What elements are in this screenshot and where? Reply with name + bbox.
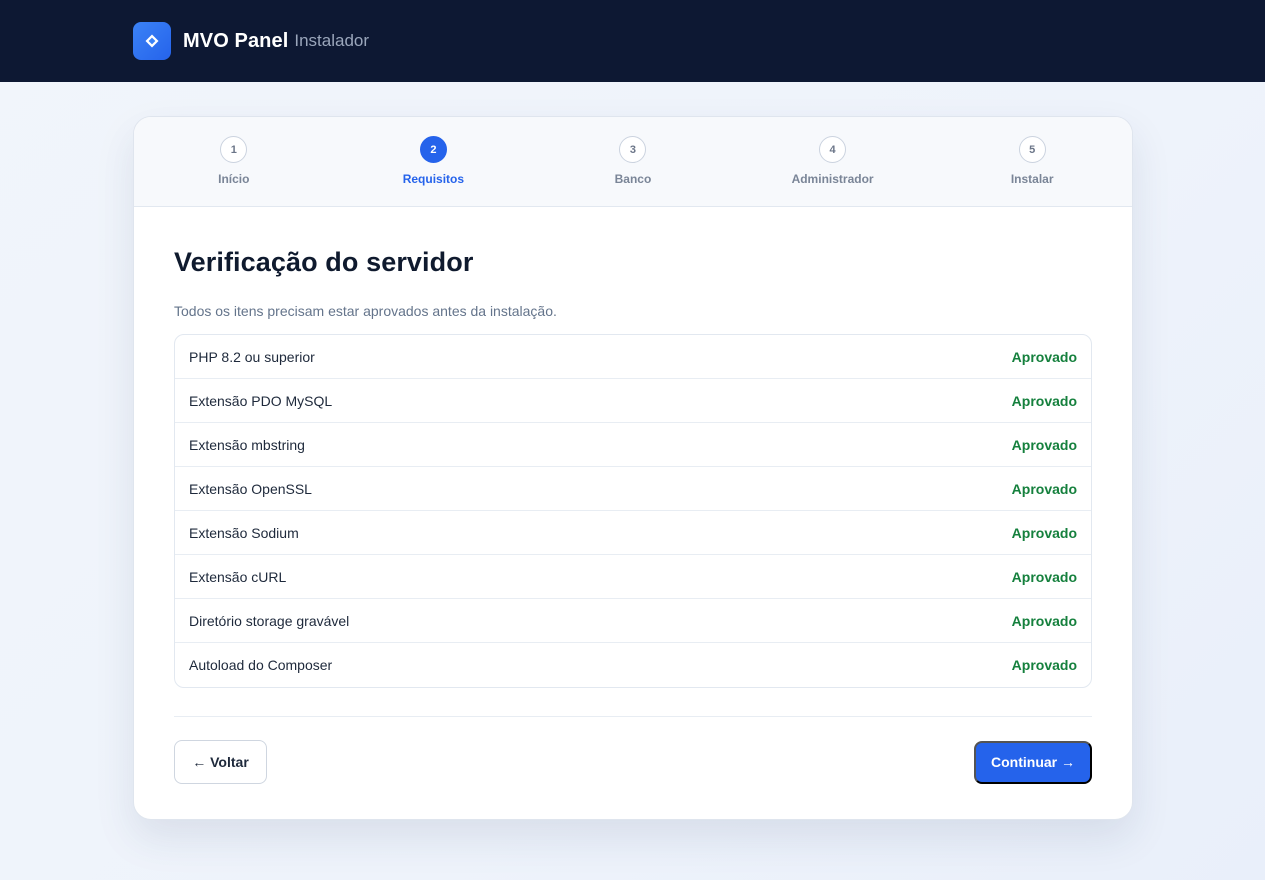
page-title: Verificação do servidor [174,247,474,277]
step-administrador: 4 Administrador [753,136,913,186]
list-item: Extensão cURL Aprovado [175,555,1091,599]
requirement-name: Extensão mbstring [189,436,305,453]
list-item: Extensão Sodium Aprovado [175,511,1091,555]
requirement-name: PHP 8.2 ou superior [189,348,315,365]
brand-subtitle: Instalador [294,31,370,50]
status-badge: Aprovado [1011,524,1077,541]
status-badge: Aprovado [1011,657,1077,673]
requirement-name: Extensão Sodium [189,524,299,541]
step-number: 5 [1018,136,1046,163]
status-badge: Aprovado [1011,568,1077,585]
status-badge: Aprovado [1011,392,1077,409]
list-item: Extensão PDO MySQL Aprovado [175,379,1091,423]
continue-button[interactable]: Continuar → [974,740,1092,784]
top-bar: MVO Panel Instalador [0,0,1265,82]
back-button[interactable]: ← Voltar [174,740,267,784]
step-instalar: 5 Instalar [952,136,1112,186]
brand-name: MVO Panel [183,29,289,52]
status-badge: Aprovado [1011,348,1077,365]
list-item: Autoload do Composer Aprovado [175,643,1091,687]
step-label: Administrador [791,172,874,186]
requirement-name: Extensão cURL [189,568,287,585]
step-inicio: 1 Início [154,136,314,186]
step-requisitos: 2 Requisitos [353,136,513,186]
diamond-icon [145,34,159,48]
list-item: PHP 8.2 ou superior Aprovado [175,335,1091,379]
status-badge: Aprovado [1011,480,1077,497]
requirements-list: PHP 8.2 ou superior Aprovado Extensão PD… [174,334,1092,688]
step-number: 4 [819,136,847,163]
step-number: 3 [619,136,647,163]
list-item: Extensão mbstring Aprovado [175,423,1091,467]
stepper: 1 Início 2 Requisitos 3 Banco 4 Administ… [134,117,1132,207]
step-number: 1 [220,136,248,163]
main-content: Verificação do servidor Todos os itens p… [134,207,1132,784]
step-label: Instalar [1010,172,1054,186]
divider [174,716,1092,717]
installer-card: 1 Início 2 Requisitos 3 Banco 4 Administ… [133,116,1133,820]
list-item: Extensão OpenSSL Aprovado [175,467,1091,511]
step-number: 2 [419,136,447,163]
requirement-name: Extensão OpenSSL [189,480,312,497]
requirement-name: Diretório storage gravável [189,612,350,629]
status-badge: Aprovado [1011,436,1077,453]
list-item: Diretório storage gravável Aprovado [175,599,1091,643]
step-label: Início [218,172,250,186]
action-bar: ← Voltar Continuar → [174,740,1092,784]
page-subtitle: Todos os itens precisam estar aprovados … [174,303,557,319]
step-banco: 3 Banco [553,136,713,186]
requirement-name: Extensão PDO MySQL [189,392,333,409]
logo [133,22,171,60]
step-label: Banco [614,172,652,186]
step-label: Requisitos [402,172,465,186]
status-badge: Aprovado [1011,612,1077,629]
requirement-name: Autoload do Composer [189,657,333,673]
